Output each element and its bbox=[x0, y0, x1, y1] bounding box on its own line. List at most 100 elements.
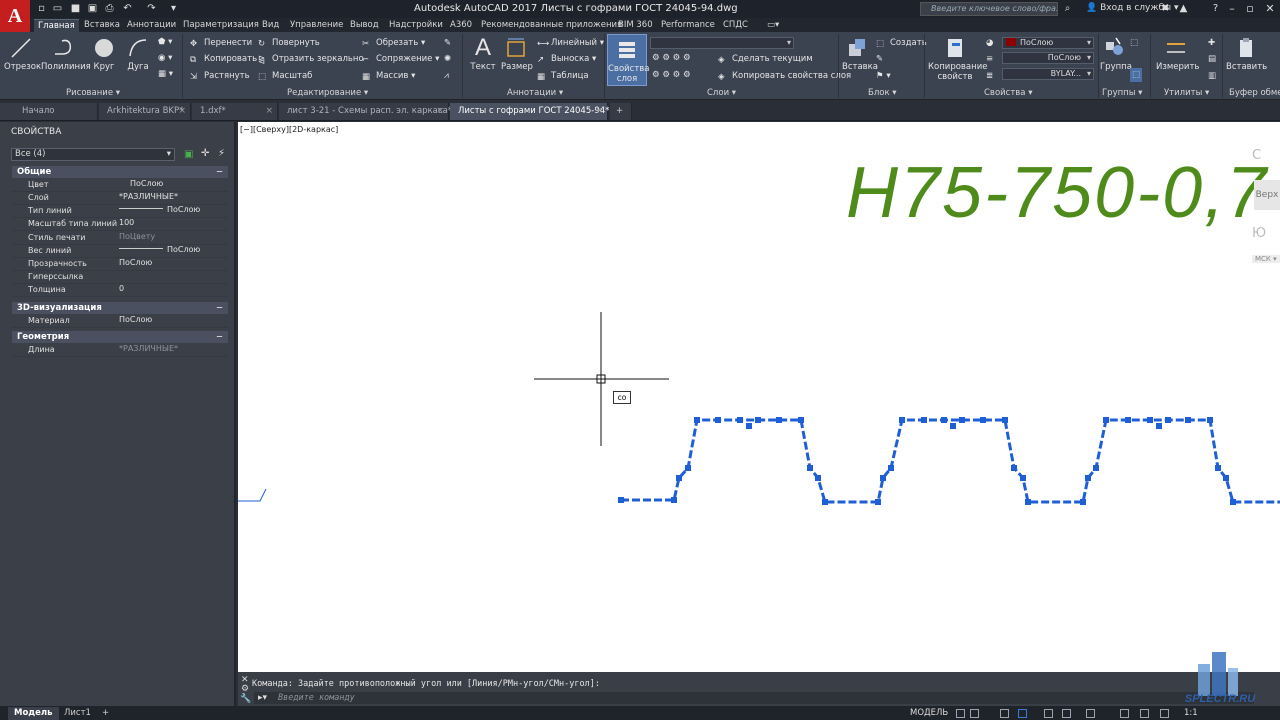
polyline-button[interactable]: Полилиния bbox=[41, 36, 91, 72]
arc-button[interactable]: Дуга bbox=[126, 36, 150, 72]
grip-point[interactable] bbox=[671, 497, 677, 503]
doc-tab[interactable]: лист 3-21 - Схемы расп. эл. каркаса* × bbox=[279, 103, 452, 120]
grip-point[interactable] bbox=[1215, 465, 1221, 471]
id-point-icon[interactable]: ▤ bbox=[1208, 52, 1216, 66]
modify-panel-title[interactable]: Редактирование ▾ bbox=[287, 88, 368, 98]
grip-point[interactable] bbox=[1002, 417, 1008, 423]
grip-point[interactable] bbox=[1156, 423, 1162, 429]
settings-icon[interactable]: ⚙ bbox=[241, 684, 249, 694]
select-objects-icon[interactable]: ✛ bbox=[201, 148, 209, 159]
grip-point[interactable] bbox=[1147, 417, 1153, 423]
application-menu-button[interactable]: A bbox=[0, 0, 30, 32]
property-row[interactable]: Тип линий ПоСлою bbox=[12, 205, 228, 218]
quick-select-icon[interactable]: ✚ bbox=[1208, 36, 1215, 50]
section-3d-visualization[interactable]: 3D-визуализация − bbox=[12, 302, 228, 314]
grip-point[interactable] bbox=[1080, 499, 1086, 505]
property-row[interactable]: Слой *РАЗЛИЧНЫЕ* bbox=[12, 192, 228, 205]
doc-tab[interactable]: Arkhitektura BKP* × bbox=[99, 103, 191, 120]
grid-icon[interactable] bbox=[956, 709, 965, 718]
maximize-button[interactable]: ▫ bbox=[1240, 0, 1260, 18]
match-layer-button[interactable]: ◈ Копировать свойства слоя bbox=[718, 69, 851, 83]
draw-panel-title[interactable]: Рисование ▾ bbox=[66, 88, 120, 98]
section-geometry[interactable]: Геометрия − bbox=[12, 331, 228, 343]
grip-point[interactable] bbox=[1103, 417, 1109, 423]
tab-featured-apps[interactable]: Рекомендованные приложения bbox=[477, 19, 626, 32]
rotate-button[interactable]: ↻ Повернуть bbox=[258, 36, 320, 50]
grip-point[interactable] bbox=[822, 499, 828, 505]
osnap-icon[interactable] bbox=[1086, 709, 1095, 718]
lineweight-icon[interactable]: ≣ bbox=[986, 69, 993, 83]
grip-point[interactable] bbox=[1025, 499, 1031, 505]
tab-spds[interactable]: СПДС bbox=[719, 19, 752, 32]
array-button[interactable]: ▦ Массив ▾ bbox=[362, 69, 415, 83]
scale-button[interactable]: ⬚ Масштаб bbox=[258, 69, 312, 83]
new-file-icon[interactable]: ▫ bbox=[36, 3, 47, 14]
search-icon[interactable]: ⌕ bbox=[1062, 3, 1073, 14]
selection-cycling-icon[interactable] bbox=[1160, 709, 1169, 718]
property-row[interactable]: Вес линий ПоСлою bbox=[12, 245, 228, 258]
utilities-panel-title[interactable]: Утилиты ▾ bbox=[1164, 88, 1209, 98]
stretch-button[interactable]: ⇲ Растянуть bbox=[190, 69, 250, 83]
block-attributes-icon[interactable]: ⚑ ▾ bbox=[876, 69, 891, 83]
quick-access-dropdown-icon[interactable]: ▾ bbox=[168, 3, 179, 14]
color-dropdown[interactable]: ПоСлою bbox=[1002, 37, 1094, 49]
match-properties-button[interactable]: Копирование свойств bbox=[928, 36, 987, 82]
make-current-button[interactable]: ◈ Сделать текущим bbox=[718, 52, 813, 66]
selection-dropdown[interactable]: Все (4) ▾ bbox=[11, 148, 175, 161]
doc-tab-start[interactable]: Начало bbox=[0, 103, 98, 120]
save-as-icon[interactable]: ▣ bbox=[87, 3, 98, 14]
linear-dimension-button[interactable]: ⟷ Линейный ▾ bbox=[537, 36, 604, 50]
block-panel-title[interactable]: Блок ▾ bbox=[868, 88, 897, 98]
tab-addins[interactable]: Надстройки bbox=[385, 19, 447, 32]
copy-button[interactable]: ⧉ Копировать bbox=[190, 52, 257, 66]
hatch-icon[interactable]: ◉ ▾ bbox=[158, 51, 172, 65]
line-button[interactable]: Отрезок bbox=[4, 36, 41, 72]
print-icon[interactable]: ⎙ bbox=[104, 3, 115, 14]
edit-block-icon[interactable]: ✎ bbox=[876, 52, 883, 66]
add-layout-icon[interactable]: + bbox=[96, 707, 115, 720]
polar-icon[interactable] bbox=[1018, 709, 1027, 718]
search-input[interactable]: Введите ключевое слово/фразу bbox=[920, 2, 1058, 16]
grip-point[interactable] bbox=[1185, 417, 1191, 423]
layer-dropdown[interactable] bbox=[650, 37, 794, 49]
dynamic-input-box[interactable]: co bbox=[613, 391, 631, 404]
property-row[interactable]: Гиперссылка bbox=[12, 271, 228, 284]
tab-manage[interactable]: Управление bbox=[286, 19, 347, 32]
lineweight-toggle-icon[interactable] bbox=[1120, 709, 1129, 718]
property-row[interactable]: Масштаб типа линий 100 bbox=[12, 218, 228, 231]
property-row[interactable]: Прозрачность ПоСлою bbox=[12, 258, 228, 271]
grip-point[interactable] bbox=[921, 417, 927, 423]
ribbon-options-icon[interactable]: ▭▾ bbox=[763, 19, 783, 32]
create-block-button[interactable]: ⬚ Создать bbox=[876, 36, 927, 50]
close-tab-icon[interactable]: × bbox=[178, 103, 186, 119]
grip-point[interactable] bbox=[941, 417, 947, 423]
groups-panel-title[interactable]: Группы ▾ bbox=[1102, 88, 1142, 98]
drawing-canvas[interactable]: [−][Сверху][2D-каркас] H75-750-0,7 С Вер… bbox=[238, 122, 1280, 672]
property-row[interactable]: Цвет ПоСлою bbox=[12, 179, 228, 192]
minimize-button[interactable]: – bbox=[1222, 0, 1242, 18]
grip-point[interactable] bbox=[980, 417, 986, 423]
tab-bim360[interactable]: BIM 360 bbox=[614, 19, 657, 32]
grip-point[interactable] bbox=[755, 417, 761, 423]
linetype-icon[interactable]: ≡ bbox=[986, 52, 993, 66]
tab-a360[interactable]: A360 bbox=[446, 19, 476, 32]
layer-tools-icon[interactable]: ⚙ ⚙ ⚙ ⚙ bbox=[652, 51, 691, 65]
table-button[interactable]: ▦ Таблица bbox=[537, 69, 589, 83]
lineweight-dropdown[interactable]: BYLAY... bbox=[1002, 68, 1094, 80]
grip-point[interactable] bbox=[1011, 465, 1017, 471]
object-tracking-icon[interactable] bbox=[1062, 709, 1071, 718]
doc-tab[interactable]: 1.dxf* × bbox=[192, 103, 278, 120]
grip-point[interactable] bbox=[875, 499, 881, 505]
offset-icon[interactable]: ⩘ bbox=[444, 69, 449, 83]
new-tab-icon[interactable]: + bbox=[610, 103, 632, 120]
explode-icon[interactable]: ✺ bbox=[444, 52, 451, 66]
grip-point[interactable] bbox=[880, 475, 886, 481]
grip-point[interactable] bbox=[694, 417, 700, 423]
tab-insert[interactable]: Вставка bbox=[80, 19, 124, 32]
grip-point[interactable] bbox=[746, 423, 752, 429]
grip-point[interactable] bbox=[1165, 417, 1171, 423]
tab-layout1[interactable]: Лист1 bbox=[58, 707, 97, 720]
ungroup-icon[interactable]: ⬚ bbox=[1130, 36, 1138, 50]
command-prompt-icon[interactable]: ▸▾ bbox=[258, 693, 267, 703]
grip-point[interactable] bbox=[776, 417, 782, 423]
